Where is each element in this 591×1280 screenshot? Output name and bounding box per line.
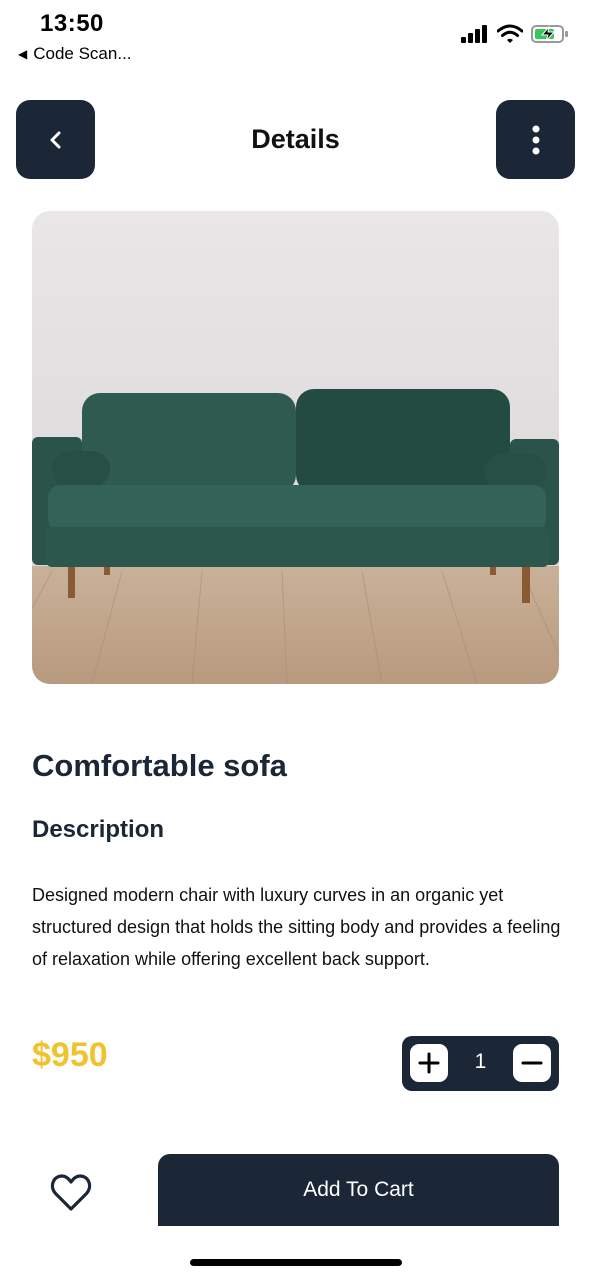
wifi-icon — [497, 24, 523, 43]
status-bar: 13:50 ◀ Code Scan... — [0, 0, 591, 80]
decrease-quantity-button[interactable] — [513, 1044, 551, 1082]
favorite-button[interactable] — [50, 1173, 92, 1213]
cellular-signal-icon — [461, 25, 487, 43]
more-options-button[interactable] — [496, 100, 575, 179]
back-app-label: Code Scan... — [33, 44, 132, 63]
heart-outline-icon — [50, 1174, 92, 1211]
more-vertical-icon — [532, 125, 539, 154]
increase-quantity-button[interactable] — [410, 1044, 448, 1082]
product-image — [32, 211, 559, 684]
status-time: 13:50 — [40, 10, 104, 37]
plus-icon — [418, 1052, 440, 1074]
status-icons — [461, 24, 569, 44]
product-name: Comfortable sofa — [32, 748, 287, 783]
header: Details — [0, 100, 591, 180]
battery-charging-icon — [531, 25, 568, 43]
product-price: $950 — [32, 1036, 108, 1074]
back-triangle-icon: ◀ — [18, 47, 28, 61]
home-indicator — [190, 1259, 402, 1266]
quantity-value: 1 — [474, 1050, 487, 1073]
back-to-app-link[interactable]: ◀ Code Scan... — [18, 44, 132, 64]
add-to-cart-button[interactable]: Add To Cart — [158, 1154, 559, 1226]
description-text: Designed modern chair with luxury curves… — [32, 885, 561, 969]
description-heading: Description — [32, 816, 165, 843]
quantity-stepper: 1 — [402, 1036, 559, 1091]
minus-icon — [521, 1061, 543, 1065]
